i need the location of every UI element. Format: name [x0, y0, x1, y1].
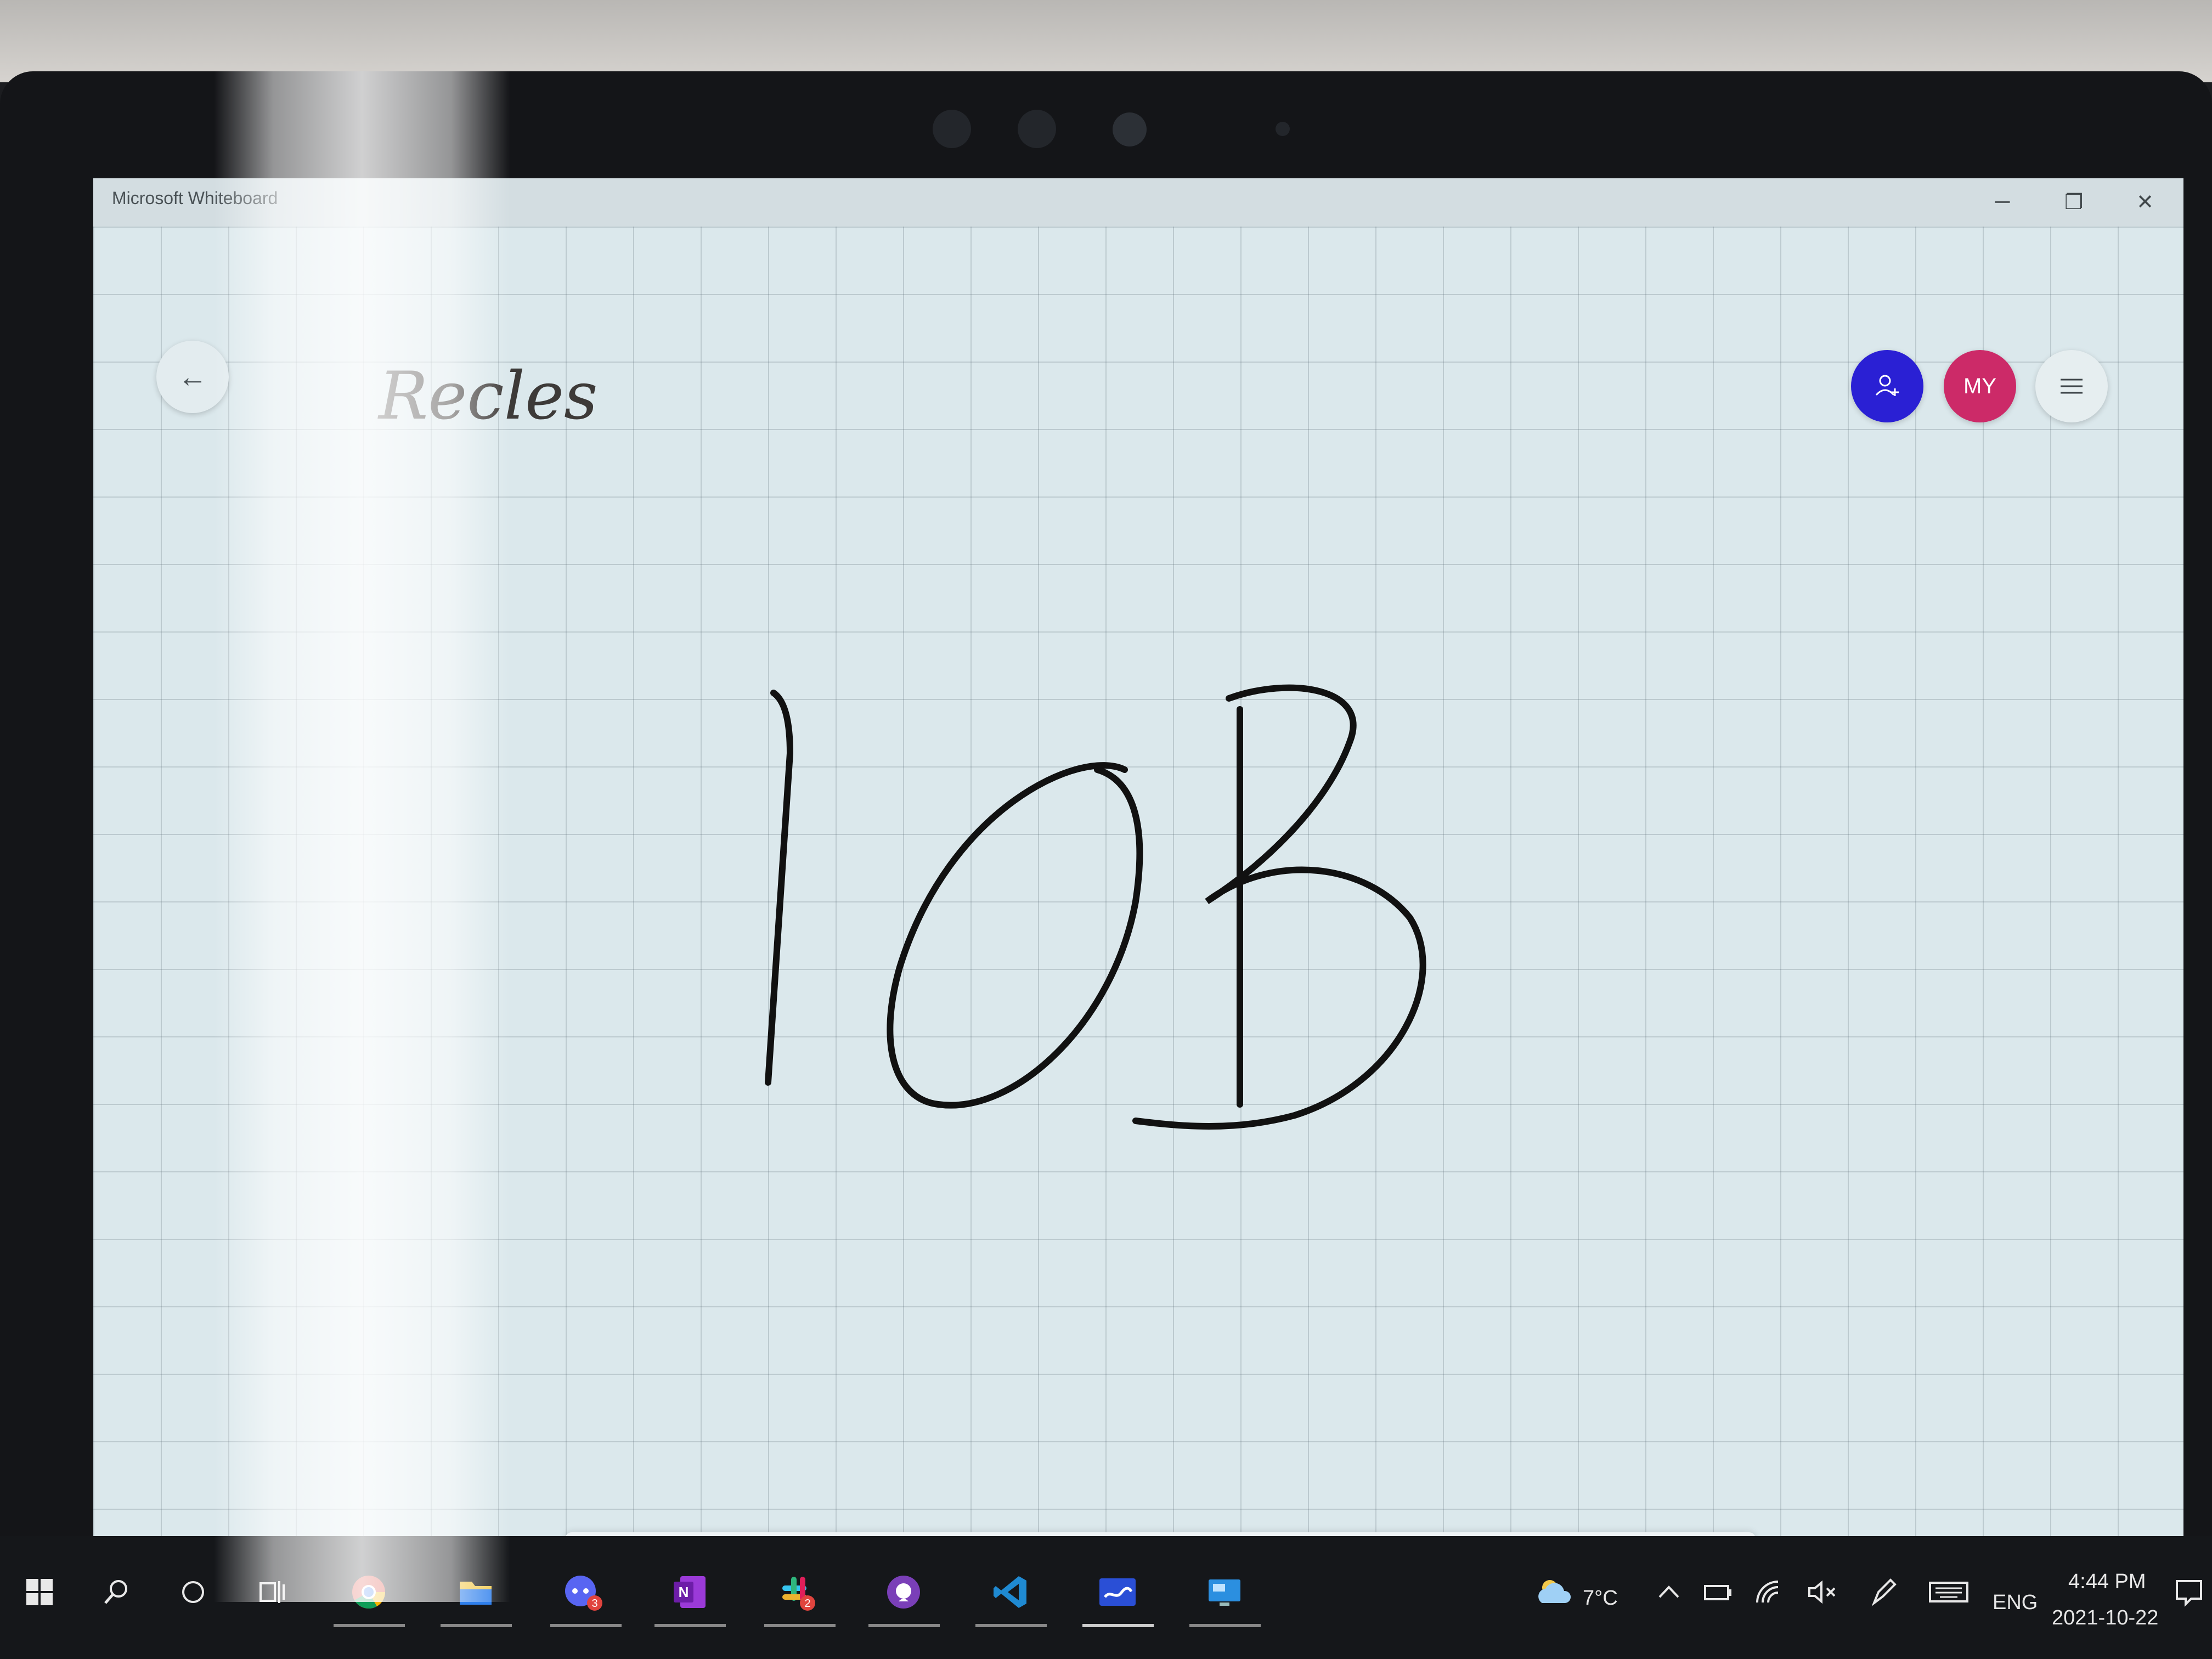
camera-lens — [1113, 112, 1147, 146]
start-button[interactable] — [16, 1569, 63, 1615]
running-indicator — [550, 1624, 622, 1627]
whiteboard-screen: Microsoft Whiteboard ─ ❐ ✕ ← Recles MY — [93, 178, 2183, 1605]
wifi-button[interactable] — [1747, 1569, 1793, 1615]
volume-muted-icon — [1808, 1580, 1836, 1604]
running-indicator — [441, 1624, 512, 1627]
svg-text:N: N — [679, 1584, 689, 1600]
vscode-icon — [994, 1576, 1026, 1608]
running-indicator — [334, 1624, 405, 1627]
whiteboard-icon — [1099, 1578, 1136, 1606]
touch-keyboard-button[interactable] — [1926, 1569, 1972, 1615]
file-explorer-app[interactable] — [453, 1569, 499, 1615]
running-indicator — [868, 1624, 940, 1627]
camera-sensor — [933, 110, 971, 148]
camera-sensor — [1018, 110, 1056, 148]
battery-icon — [1704, 1585, 1731, 1600]
windows-logo-icon — [26, 1579, 53, 1605]
folder-icon — [460, 1582, 492, 1605]
discord-app[interactable]: 3 — [560, 1569, 606, 1615]
whiteboard-canvas[interactable]: ← Recles MY — [93, 227, 2183, 1605]
minimize-icon: ─ — [1995, 190, 2010, 213]
weather-temperature[interactable]: 7°C — [1583, 1587, 1618, 1610]
restore-button[interactable]: ❐ — [2041, 182, 2107, 222]
chevron-up-icon — [1658, 1585, 1679, 1598]
ink-stroke — [887, 762, 1143, 1109]
close-icon: ✕ — [2136, 190, 2154, 214]
notification-badge: 3 — [591, 1598, 597, 1610]
ink-stroke — [765, 690, 794, 1086]
restore-icon: ❐ — [2064, 190, 2084, 214]
running-indicator — [1082, 1624, 1154, 1627]
notification-icon — [2176, 1580, 2202, 1607]
notification-center-button[interactable] — [2172, 1569, 2205, 1615]
camera-sensor — [1276, 122, 1290, 136]
volume-button[interactable] — [1799, 1569, 1846, 1615]
running-indicator — [975, 1624, 1047, 1627]
close-button[interactable]: ✕ — [2112, 182, 2178, 222]
input-language[interactable]: ENG — [1993, 1591, 2038, 1615]
slack-icon: 2 — [782, 1577, 815, 1611]
wifi-icon — [1756, 1581, 1779, 1603]
chrome-icon — [352, 1576, 385, 1609]
pen-workspace-icon — [1871, 1578, 1897, 1606]
search-icon — [104, 1580, 127, 1604]
ink-drawing — [765, 684, 1426, 1130]
app-title: Microsoft Whiteboard — [112, 188, 278, 208]
pen-workspace-button[interactable] — [1860, 1569, 1906, 1615]
monitor-icon — [1209, 1579, 1240, 1606]
show-hidden-icons-button[interactable] — [1646, 1569, 1692, 1615]
cloud-icon — [1538, 1580, 1571, 1603]
background-wall — [0, 0, 2212, 82]
keyboard-icon — [1929, 1582, 1968, 1602]
chrome-app[interactable] — [346, 1569, 392, 1615]
minimize-button[interactable]: ─ — [1970, 182, 2035, 222]
onenote-app[interactable]: N — [667, 1569, 713, 1615]
title-bar: Microsoft Whiteboard ─ ❐ ✕ — [93, 178, 2183, 227]
ink-stroke — [1132, 684, 1426, 1130]
weather-widget[interactable] — [1531, 1569, 1580, 1615]
github-desktop-app[interactable] — [881, 1569, 927, 1615]
search-button[interactable] — [93, 1569, 139, 1615]
task-view-button[interactable] — [250, 1569, 296, 1615]
cortana-icon — [182, 1581, 204, 1603]
whiteboard-app[interactable] — [1094, 1569, 1141, 1615]
running-indicator — [764, 1624, 836, 1627]
running-indicator — [654, 1624, 726, 1627]
onenote-icon: N — [674, 1576, 706, 1608]
discord-icon: 3 — [565, 1576, 602, 1611]
github-icon — [887, 1576, 920, 1609]
remote-desktop-app[interactable] — [1201, 1569, 1248, 1615]
notification-badge: 2 — [804, 1598, 810, 1610]
vscode-app[interactable] — [988, 1569, 1034, 1615]
battery-button[interactable] — [1695, 1569, 1741, 1615]
slack-app[interactable]: 2 — [774, 1569, 820, 1615]
running-indicator — [1189, 1624, 1261, 1627]
clock-time[interactable]: 4:44 PM — [2068, 1570, 2146, 1594]
cortana-button[interactable] — [170, 1569, 216, 1615]
task-view-icon — [259, 1581, 285, 1603]
clock-date[interactable]: 2021-10-22 — [2052, 1606, 2158, 1630]
